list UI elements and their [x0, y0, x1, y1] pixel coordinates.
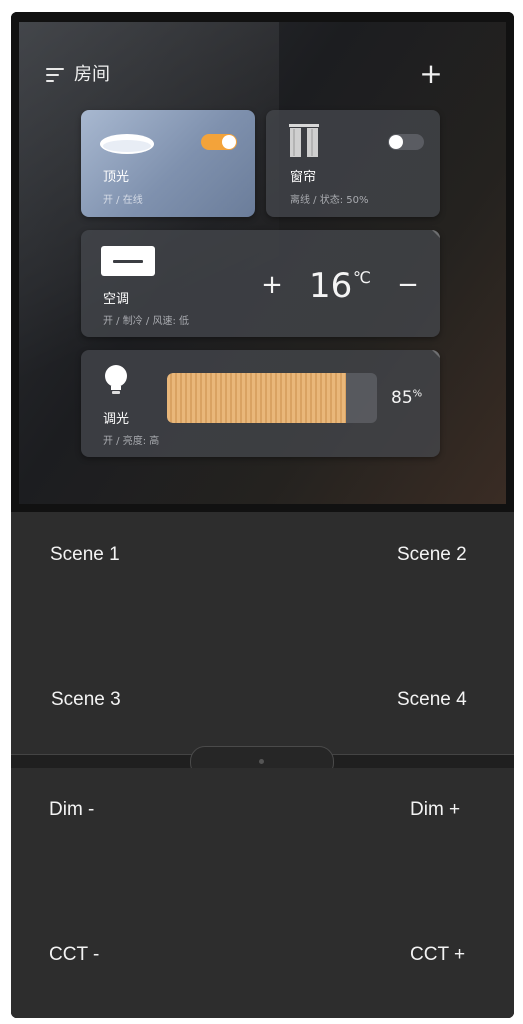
- cct-plus-key[interactable]: [262, 893, 514, 1018]
- curtain-name: 窗帘: [290, 170, 317, 185]
- scene-3-label: Scene 3: [51, 689, 121, 710]
- cct-minus-label: CCT -: [49, 944, 100, 965]
- temperature-increase-button[interactable]: +: [259, 272, 285, 298]
- temperature-decrease-button[interactable]: −: [395, 272, 421, 298]
- air-conditioner-icon: [101, 246, 155, 276]
- plus-icon[interactable]: +: [418, 60, 444, 88]
- scene-3-key[interactable]: [11, 633, 262, 754]
- brightness-slider-fill: [167, 373, 346, 423]
- scene-1-key[interactable]: [11, 512, 262, 633]
- bulb-icon: [105, 365, 127, 394]
- scene-2-key[interactable]: [262, 512, 514, 633]
- curtain-card[interactable]: 窗帘 离线 / 状态: 50%: [266, 110, 440, 217]
- dim-plus-key[interactable]: [262, 768, 514, 893]
- scene-2-label: Scene 2: [397, 544, 467, 565]
- brightness-readout: 85%: [391, 388, 422, 408]
- dimmer-name: 调光: [103, 412, 130, 427]
- screen-header: 房间 +: [46, 60, 444, 88]
- brightness-value: 85: [391, 388, 413, 408]
- curtain-status: 离线 / 状态: 50%: [290, 195, 369, 206]
- air-conditioner-status: 开 / 制冷 / 风速: 低: [103, 316, 190, 327]
- ceiling-light-card[interactable]: 顶光 开 / 在线: [81, 110, 255, 217]
- dimmer-card[interactable]: 调光 开 / 亮度: 高 85%: [81, 350, 440, 457]
- scene-1-label: Scene 1: [50, 544, 120, 565]
- ceiling-light-toggle[interactable]: [201, 134, 237, 150]
- dimmer-status: 开 / 亮度: 高: [103, 436, 160, 447]
- ceiling-light-icon: [100, 134, 154, 154]
- air-conditioner-card[interactable]: 空调 开 / 制冷 / 风速: 低 + 16 ℃ −: [81, 230, 440, 337]
- brightness-slider[interactable]: [167, 373, 377, 423]
- room-title: 房间: [74, 64, 110, 85]
- dim-plus-label: Dim +: [410, 799, 461, 820]
- air-conditioner-name: 空调: [103, 292, 130, 307]
- temperature-value: 16: [309, 266, 353, 306]
- temperature-unit: ℃: [353, 268, 371, 287]
- curtain-toggle[interactable]: [388, 134, 424, 150]
- menu-icon[interactable]: [46, 68, 64, 82]
- curtain-icon: [289, 124, 319, 157]
- scene-4-label: Scene 4: [397, 689, 467, 710]
- dim-minus-key[interactable]: [11, 768, 262, 893]
- ceiling-light-status: 开 / 在线: [103, 195, 143, 206]
- dim-minus-label: Dim -: [49, 799, 95, 820]
- brightness-unit: %: [412, 388, 423, 400]
- cct-plus-label: CCT +: [410, 944, 466, 965]
- scene-4-key[interactable]: [262, 633, 514, 754]
- ceiling-light-name: 顶光: [103, 170, 130, 185]
